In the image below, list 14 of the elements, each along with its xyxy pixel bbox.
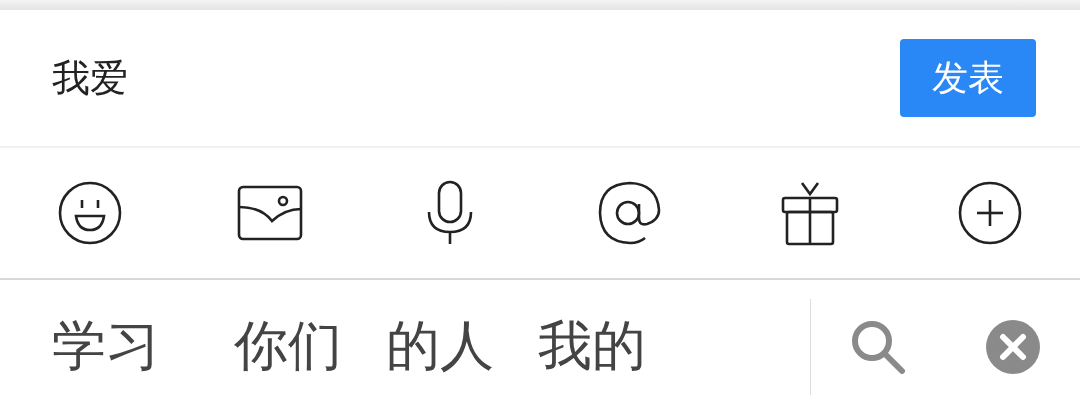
microphone-icon[interactable] [426, 180, 474, 246]
smiley-icon[interactable] [57, 180, 123, 246]
image-icon[interactable] [237, 185, 303, 241]
plus-circle-icon[interactable] [957, 180, 1023, 246]
search-icon[interactable] [850, 318, 907, 375]
publish-button[interactable]: 发表 [900, 39, 1036, 117]
comment-field[interactable]: 我爱 [52, 56, 652, 100]
suggestion-word[interactable]: 我的 [530, 314, 654, 379]
clear-icon[interactable] [984, 318, 1041, 375]
gift-icon[interactable] [780, 180, 840, 246]
at-sign-icon[interactable] [597, 180, 663, 246]
suggestion-word[interactable]: 你们 [226, 314, 350, 379]
suggestion-word[interactable]: 学习 [52, 314, 168, 379]
suggestion-word[interactable]: 的人 [378, 314, 502, 379]
